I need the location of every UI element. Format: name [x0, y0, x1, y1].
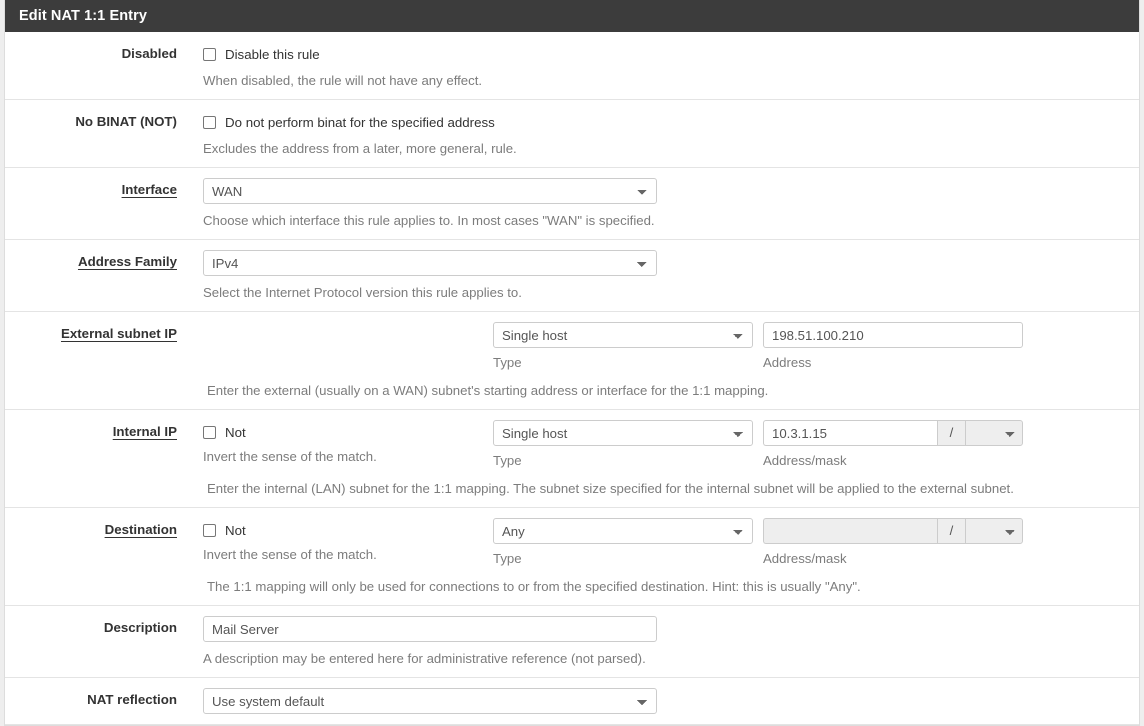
internal-ip-subrow: Not Invert the sense of the match. Singl…: [203, 420, 1127, 468]
external-address-sublabel: Address: [763, 355, 812, 370]
label-address-family: Address Family: [77, 254, 177, 269]
field-disabled: Disable this rule When disabled, the rul…: [203, 42, 1139, 89]
internal-not-group: Not Invert the sense of the match.: [203, 420, 493, 464]
external-type-group: Single host Type: [493, 322, 763, 370]
disable-rule-checkbox-line[interactable]: Disable this rule: [203, 44, 1127, 64]
label-nat-reflection: NAT reflection: [87, 692, 177, 707]
form-row-nat-reflection: NAT reflection Use system default: [5, 678, 1139, 725]
label-no-binat: No BINAT (NOT): [75, 114, 177, 129]
internal-not-checkbox[interactable]: [203, 425, 216, 439]
no-binat-checkbox-line[interactable]: Do not perform binat for the specified a…: [203, 112, 1127, 132]
form-row-interface: Interface WAN Choose which interface thi…: [5, 168, 1139, 240]
label-destination: Destination: [104, 522, 177, 537]
nat-reflection-select[interactable]: Use system default: [203, 688, 657, 714]
destination-not-checkbox[interactable]: [203, 523, 216, 537]
internal-address-input[interactable]: [763, 420, 937, 446]
disable-rule-checkbox[interactable]: [203, 47, 216, 61]
help-external-subnet-ip: Enter the external (usually on a WAN) su…: [207, 383, 769, 398]
external-type-select[interactable]: Single host: [493, 322, 753, 348]
label-disabled: Disabled: [121, 46, 177, 61]
internal-type-select[interactable]: Single host: [493, 420, 753, 446]
edit-nat-entry-panel: Edit NAT 1:1 Entry Disabled Disable this…: [4, 0, 1140, 726]
help-description: A description may be entered here for ad…: [203, 651, 646, 666]
address-family-select[interactable]: IPv4: [203, 250, 657, 276]
internal-address-group: / Address/mask: [763, 420, 1127, 468]
form-row-description: Description A description may be entered…: [5, 606, 1139, 678]
internal-not-checkbox-label: Not: [225, 424, 246, 440]
help-destination: The 1:1 mapping will only be used for co…: [207, 579, 861, 594]
interface-select[interactable]: WAN: [203, 178, 657, 204]
disable-rule-checkbox-label: Disable this rule: [225, 46, 320, 62]
internal-address-mask-group: /: [763, 420, 1023, 446]
field-description: A description may be entered here for ad…: [203, 616, 1139, 667]
field-external-subnet-ip: Single host Type Address: [203, 322, 1139, 370]
help-no-binat: Excludes the address from a later, more …: [203, 141, 517, 156]
field-interface: WAN Choose which interface this rule app…: [203, 178, 1139, 229]
form-row-external-subnet-ip: External subnet IP Single host Type Addr…: [5, 312, 1139, 410]
destination-mask-select[interactable]: [965, 518, 1023, 544]
label-internal-ip: Internal IP: [112, 424, 177, 439]
external-address-group: Address: [763, 322, 1127, 370]
help-internal-ip: Enter the internal (LAN) subnet for the …: [207, 481, 1014, 496]
internal-type-sublabel: Type: [493, 453, 522, 468]
destination-not-help: Invert the sense of the match.: [203, 547, 377, 562]
destination-slash-separator: /: [937, 518, 965, 544]
label-interface: Interface: [121, 182, 177, 197]
label-description: Description: [103, 620, 177, 635]
internal-mask-select[interactable]: [965, 420, 1023, 446]
destination-type-sublabel: Type: [493, 551, 522, 566]
external-type-sublabel: Type: [493, 355, 522, 370]
no-binat-checkbox-label: Do not perform binat for the specified a…: [225, 114, 495, 130]
description-input[interactable]: [203, 616, 657, 642]
internal-type-group: Single host Type: [493, 420, 763, 468]
form-row-internal-ip: Internal IP Not Invert the sense of the …: [5, 410, 1139, 508]
field-address-family: IPv4 Select the Internet Protocol versio…: [203, 250, 1139, 301]
field-no-binat: Do not perform binat for the specified a…: [203, 110, 1139, 157]
help-disabled: When disabled, the rule will not have an…: [203, 73, 483, 88]
external-subnet-subrow: Single host Type Address: [203, 322, 1127, 370]
form-row-address-family: Address Family IPv4 Select the Internet …: [5, 240, 1139, 312]
destination-address-mask-group: /: [763, 518, 1023, 544]
destination-type-group: Any Type: [493, 518, 763, 566]
destination-subrow: Not Invert the sense of the match. Any T…: [203, 518, 1127, 566]
panel-title: Edit NAT 1:1 Entry: [5, 0, 1139, 32]
form-row-disabled: Disabled Disable this rule When disabled…: [5, 32, 1139, 100]
internal-not-help: Invert the sense of the match.: [203, 449, 377, 464]
destination-not-checkbox-line[interactable]: Not: [203, 520, 493, 540]
destination-not-checkbox-label: Not: [225, 522, 246, 538]
label-external-subnet-ip: External subnet IP: [60, 326, 177, 341]
external-address-input[interactable]: [763, 322, 1023, 348]
form-row-no-binat: No BINAT (NOT) Do not perform binat for …: [5, 100, 1139, 168]
internal-slash-separator: /: [937, 420, 965, 446]
destination-type-select[interactable]: Any: [493, 518, 753, 544]
help-interface: Choose which interface this rule applies…: [203, 213, 655, 228]
field-nat-reflection: Use system default: [203, 688, 1139, 714]
no-binat-checkbox[interactable]: [203, 115, 216, 129]
form-row-destination: Destination Not Invert the sense of the …: [5, 508, 1139, 606]
destination-not-group: Not Invert the sense of the match.: [203, 518, 493, 562]
destination-address-sublabel: Address/mask: [763, 551, 847, 566]
field-internal-ip: Not Invert the sense of the match. Singl…: [203, 420, 1139, 468]
internal-address-sublabel: Address/mask: [763, 453, 847, 468]
destination-address-input[interactable]: [763, 518, 937, 544]
internal-not-checkbox-line[interactable]: Not: [203, 422, 493, 442]
destination-address-group: / Address/mask: [763, 518, 1127, 566]
help-address-family: Select the Internet Protocol version thi…: [203, 285, 522, 300]
field-destination: Not Invert the sense of the match. Any T…: [203, 518, 1139, 566]
